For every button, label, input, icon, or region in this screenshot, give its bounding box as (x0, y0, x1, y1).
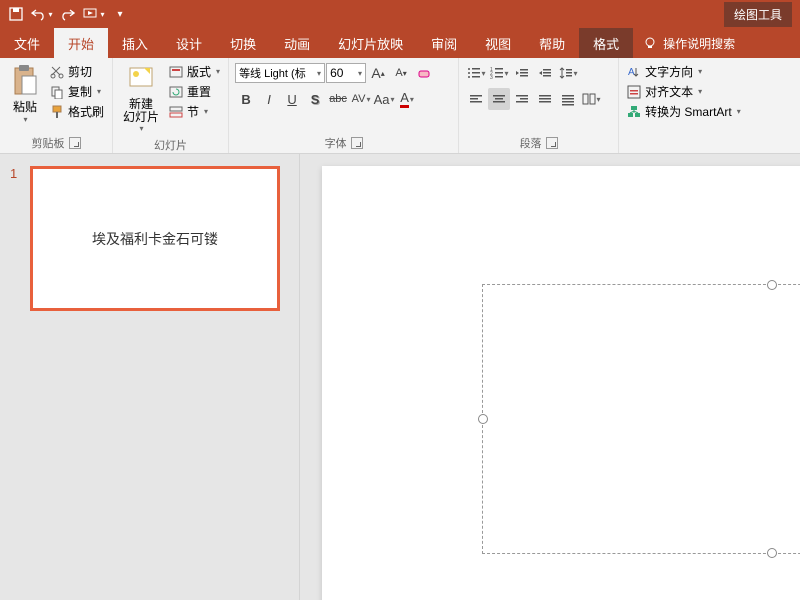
layout-icon (169, 65, 183, 79)
increase-indent-button[interactable] (534, 62, 556, 84)
tab-review[interactable]: 审阅 (417, 28, 471, 58)
decrease-indent-button[interactable] (511, 62, 533, 84)
font-name-combo[interactable]: 等线 Light (标▾ (235, 63, 325, 83)
reset-icon (169, 85, 183, 99)
dialog-launcher[interactable] (69, 137, 81, 149)
svg-text:A: A (628, 67, 635, 78)
layout-button[interactable]: 版式▾ (167, 62, 222, 81)
text-direction-button[interactable]: A文字方向▾ (625, 62, 743, 81)
group-paragraph-extra: A文字方向▾ 对齐文本▾ 转换为 SmartArt▾ (619, 58, 749, 153)
save-button[interactable] (4, 2, 28, 26)
align-text-icon (627, 85, 641, 99)
title-bar: ▾ ▾ ▾ 绘图工具 (0, 0, 800, 28)
ribbon: 粘贴 ▾ 剪切 复制▾ 格式刷 剪贴板 新建 幻灯片 ▾ 版式▾ 重置 节▾ (0, 58, 800, 154)
slide[interactable]: 埃 (322, 166, 800, 600)
group-label: 字体 (325, 135, 347, 151)
slide-thumbnail[interactable]: 埃及福利卡金石可镂 (30, 166, 280, 311)
clipboard-icon (10, 64, 40, 98)
convert-smartart-button[interactable]: 转换为 SmartArt▾ (625, 102, 743, 121)
new-slide-icon (126, 64, 156, 98)
tab-transitions[interactable]: 切换 (216, 28, 270, 58)
bold-button[interactable]: B (235, 88, 257, 110)
char-spacing-button[interactable]: AV▾ (350, 88, 372, 110)
tab-insert[interactable]: 插入 (108, 28, 162, 58)
clear-format-button[interactable] (413, 62, 435, 84)
group-font: 等线 Light (标▾ 60▾ A▴ A▾ B I U S abc AV▾ A… (229, 58, 459, 153)
new-slide-button[interactable]: 新建 幻灯片 ▾ (119, 62, 163, 135)
font-color-button[interactable]: A▾ (396, 88, 418, 110)
group-label: 幻灯片 (154, 137, 187, 153)
text-direction-icon: A (627, 65, 641, 79)
slide-number: 1 (10, 166, 22, 311)
justify-button[interactable] (534, 88, 556, 110)
reset-button[interactable]: 重置 (167, 82, 222, 101)
align-text-button[interactable]: 对齐文本▾ (625, 82, 743, 101)
numbering-button[interactable]: 123▾ (488, 62, 510, 84)
italic-button[interactable]: I (258, 88, 280, 110)
tab-view[interactable]: 视图 (471, 28, 525, 58)
tab-slideshow[interactable]: 幻灯片放映 (324, 28, 417, 58)
align-left-button[interactable] (465, 88, 487, 110)
brush-icon (50, 105, 64, 119)
shrink-font-button[interactable]: A▾ (390, 62, 412, 84)
scissors-icon (50, 65, 64, 79)
group-slides: 新建 幻灯片 ▾ 版式▾ 重置 节▾ 幻灯片 (113, 58, 229, 153)
tell-me[interactable]: 操作说明搜索 (633, 28, 745, 58)
copy-button[interactable]: 复制▾ (48, 82, 106, 101)
tab-format[interactable]: 格式 (579, 28, 633, 58)
group-label: 段落 (520, 135, 542, 151)
shadow-button[interactable]: S (304, 88, 326, 110)
quick-access-toolbar: ▾ ▾ ▾ (4, 2, 132, 26)
font-size-combo[interactable]: 60▾ (326, 63, 366, 83)
undo-button[interactable]: ▾ (30, 2, 54, 26)
ribbon-tabs: 文件 开始 插入 设计 切换 动画 幻灯片放映 审阅 视图 帮助 格式 操作说明… (0, 28, 800, 58)
line-spacing-button[interactable]: ▾ (557, 62, 579, 84)
cut-button[interactable]: 剪切 (48, 62, 106, 81)
contextual-tab-label: 绘图工具 (724, 2, 792, 27)
group-clipboard: 粘贴 ▾ 剪切 复制▾ 格式刷 剪贴板 (0, 58, 113, 153)
tab-animations[interactable]: 动画 (270, 28, 324, 58)
svg-text:3: 3 (490, 75, 493, 80)
strike-button[interactable]: abc (327, 88, 349, 110)
title-textbox[interactable]: 埃 (482, 284, 800, 554)
dialog-launcher[interactable] (546, 137, 558, 149)
section-icon (169, 105, 183, 119)
tab-file[interactable]: 文件 (0, 28, 54, 58)
tab-help[interactable]: 帮助 (525, 28, 579, 58)
tab-home[interactable]: 开始 (54, 28, 108, 58)
qat-customize[interactable]: ▾ (108, 2, 132, 26)
thumbnail-item[interactable]: 1 埃及福利卡金石可镂 (10, 166, 289, 311)
slide-canvas[interactable]: 埃 (300, 154, 800, 600)
distributed-button[interactable] (557, 88, 579, 110)
underline-button[interactable]: U (281, 88, 303, 110)
content-area: 1 埃及福利卡金石可镂 埃 (0, 154, 800, 600)
tell-me-label: 操作说明搜索 (663, 35, 735, 52)
bullets-button[interactable]: ▾ (465, 62, 487, 84)
paste-button[interactable]: 粘贴 ▾ (6, 62, 44, 126)
grow-font-button[interactable]: A▴ (367, 62, 389, 84)
align-center-button[interactable] (488, 88, 510, 110)
change-case-button[interactable]: Aa▾ (373, 88, 395, 110)
redo-button[interactable] (56, 2, 80, 26)
smartart-icon (627, 105, 641, 119)
columns-button[interactable]: ▾ (580, 88, 602, 110)
lightbulb-icon (643, 36, 657, 50)
group-label: 剪贴板 (32, 135, 65, 151)
dialog-launcher[interactable] (351, 137, 363, 149)
group-paragraph: ▾ 123▾ ▾ ▾ 段落 (459, 58, 619, 153)
slide-thumbnails-panel[interactable]: 1 埃及福利卡金石可镂 (0, 154, 300, 600)
eraser-icon (416, 65, 432, 81)
start-slideshow-button[interactable]: ▾ (82, 2, 106, 26)
copy-icon (50, 85, 64, 99)
tab-design[interactable]: 设计 (162, 28, 216, 58)
align-right-button[interactable] (511, 88, 533, 110)
format-painter-button[interactable]: 格式刷 (48, 102, 106, 121)
section-button[interactable]: 节▾ (167, 102, 222, 121)
